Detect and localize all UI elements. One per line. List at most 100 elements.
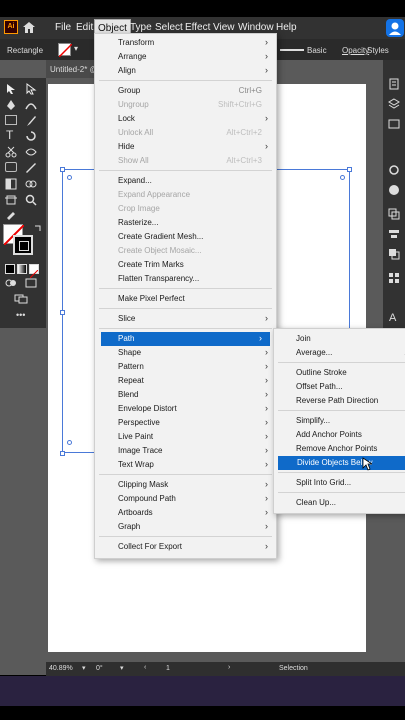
fill-swatch[interactable] xyxy=(58,43,73,58)
corner-widget[interactable] xyxy=(67,440,72,445)
draw-mode-icon[interactable] xyxy=(5,278,17,288)
color-panel-icon[interactable] xyxy=(388,184,400,196)
menu-item-divide-objects-below[interactable]: Divide Objects Below xyxy=(278,456,405,470)
menu-item-outline-stroke[interactable]: Outline Stroke xyxy=(274,366,405,380)
menu-item-envelope-distort[interactable]: Envelope Distort › xyxy=(95,402,276,416)
eyedropper-tool-icon[interactable] xyxy=(25,162,37,174)
menu-item-simplify[interactable]: Simplify... xyxy=(274,414,405,428)
layers-panel-icon[interactable] xyxy=(388,98,400,110)
menu-item-image-trace[interactable]: Image Trace › xyxy=(95,444,276,458)
artboard-number[interactable]: 1 xyxy=(166,665,170,672)
rectangle-tool-icon[interactable] xyxy=(5,115,17,125)
menu-item-live-paint[interactable]: Live Paint › xyxy=(95,430,276,444)
gradient-mode-icon[interactable] xyxy=(17,264,27,274)
corner-widget[interactable] xyxy=(340,175,345,180)
screen-mode-icon[interactable] xyxy=(25,278,37,288)
more-tools-icon[interactable]: ••• xyxy=(16,310,25,320)
menu-window[interactable]: Window xyxy=(238,22,274,33)
menu-item-hide[interactable]: Hide › xyxy=(95,140,276,154)
color-mode-icon[interactable] xyxy=(5,264,15,274)
user-avatar-icon[interactable] xyxy=(386,19,404,37)
curvature-tool-icon[interactable] xyxy=(25,99,37,111)
edit-toolbar-icon[interactable] xyxy=(14,294,28,304)
rotation-value[interactable]: 0° xyxy=(96,665,103,672)
menu-item-remove-anchor-points[interactable]: Remove Anchor Points xyxy=(274,442,405,456)
width-tool-icon[interactable] xyxy=(25,146,37,158)
menu-item-path[interactable]: Path › xyxy=(101,332,270,346)
swatches-panel-icon[interactable] xyxy=(388,272,400,284)
chevron-down-icon[interactable]: ▾ xyxy=(74,44,78,53)
next-artboard-icon[interactable]: › xyxy=(228,664,230,671)
menu-item-group[interactable]: Group Ctrl+G xyxy=(95,84,276,98)
menu-item-align[interactable]: Align › xyxy=(95,64,276,78)
gradient-tool-icon[interactable] xyxy=(5,178,17,190)
selection-handle[interactable] xyxy=(60,451,65,456)
selection-tool-icon[interactable] xyxy=(5,83,17,95)
prev-artboard-icon[interactable]: ‹ xyxy=(144,664,146,671)
menu-item-expand[interactable]: Expand... xyxy=(95,174,276,188)
menu-item-rasterize[interactable]: Rasterize... xyxy=(95,216,276,230)
menu-item-reverse-path-direction[interactable]: Reverse Path Direction xyxy=(274,394,405,408)
pathfinder-panel-icon[interactable] xyxy=(388,248,400,260)
menu-item-slice[interactable]: Slice › xyxy=(95,312,276,326)
menu-item-clipping-mask[interactable]: Clipping Mask › xyxy=(95,478,276,492)
properties-panel-icon[interactable] xyxy=(388,78,400,90)
menu-item-text-wrap[interactable]: Text Wrap › xyxy=(95,458,276,472)
menu-item-transform[interactable]: Transform › xyxy=(95,36,276,50)
home-icon[interactable] xyxy=(22,21,36,34)
selection-handle[interactable] xyxy=(60,310,65,315)
character-panel-icon[interactable]: A xyxy=(389,312,396,324)
menu-item-arrange[interactable]: Arrange › xyxy=(95,50,276,64)
rotate-tool-icon[interactable] xyxy=(25,130,37,142)
menu-type[interactable]: Type xyxy=(130,22,152,33)
menu-item-pattern[interactable]: Pattern › xyxy=(95,360,276,374)
swap-fill-stroke-icon[interactable] xyxy=(34,224,42,232)
scissors-tool-icon[interactable] xyxy=(5,146,17,158)
menu-item-lock[interactable]: Lock › xyxy=(95,112,276,126)
menu-item-average[interactable]: Average...Alt xyxy=(274,346,405,360)
chevron-down-icon[interactable]: ▾ xyxy=(120,664,124,672)
selection-handle[interactable] xyxy=(347,167,352,172)
menu-item-graph[interactable]: Graph › xyxy=(95,520,276,534)
selection-handle[interactable] xyxy=(60,167,65,172)
menu-item-join[interactable]: Join xyxy=(274,332,405,346)
pen-tool-icon[interactable] xyxy=(5,99,17,111)
menu-item-create-gradient-mesh[interactable]: Create Gradient Mesh... xyxy=(95,230,276,244)
zoom-level[interactable]: 40.89% xyxy=(49,665,73,672)
menu-item-split-into-grid[interactable]: Split Into Grid... xyxy=(274,476,405,490)
libraries-panel-icon[interactable] xyxy=(388,118,400,130)
menu-item-collect-for-export[interactable]: Collect For Export › xyxy=(95,540,276,554)
appearance-panel-icon[interactable] xyxy=(388,164,400,176)
menu-item-blend[interactable]: Blend › xyxy=(95,388,276,402)
menu-item-offset-path[interactable]: Offset Path... xyxy=(274,380,405,394)
corner-widget[interactable] xyxy=(67,175,72,180)
menu-item-clean-up[interactable]: Clean Up... xyxy=(274,496,405,510)
zoom-tool-icon[interactable] xyxy=(25,194,37,206)
menu-item-add-anchor-points[interactable]: Add Anchor Points xyxy=(274,428,405,442)
direct-selection-tool-icon[interactable] xyxy=(25,83,37,95)
artboard-tool-icon[interactable] xyxy=(5,194,17,206)
type-tool-icon[interactable]: T xyxy=(6,128,13,142)
menu-file[interactable]: File xyxy=(55,22,71,33)
menu-item-perspective[interactable]: Perspective › xyxy=(95,416,276,430)
menu-item-repeat[interactable]: Repeat › xyxy=(95,374,276,388)
menu-item-flatten-transparency[interactable]: Flatten Transparency... xyxy=(95,272,276,286)
menu-view[interactable]: View xyxy=(213,22,235,33)
menu-select[interactable]: Select xyxy=(155,22,183,33)
chevron-down-icon[interactable]: ▾ xyxy=(82,664,86,672)
menu-effect[interactable]: Effect xyxy=(185,22,210,33)
menu-item-shape[interactable]: Shape › xyxy=(95,346,276,360)
menu-item-create-trim-marks[interactable]: Create Trim Marks xyxy=(95,258,276,272)
blend-tool-icon[interactable] xyxy=(25,178,37,190)
transform-panel-icon[interactable] xyxy=(388,208,400,220)
menu-item-make-pixel-perfect[interactable]: Make Pixel Perfect xyxy=(95,292,276,306)
menu-help[interactable]: Help xyxy=(276,22,297,33)
menu-edit[interactable]: Edit xyxy=(76,22,93,33)
shape-builder-tool-icon[interactable] xyxy=(5,162,17,172)
stroke-style-label[interactable]: Basic xyxy=(307,46,327,55)
align-panel-icon[interactable] xyxy=(388,228,400,240)
stroke-color-swatch[interactable] xyxy=(13,235,33,255)
menu-item-artboards[interactable]: Artboards › xyxy=(95,506,276,520)
paintbrush-tool-icon[interactable] xyxy=(25,115,37,127)
hand-tool-icon[interactable] xyxy=(5,209,17,221)
